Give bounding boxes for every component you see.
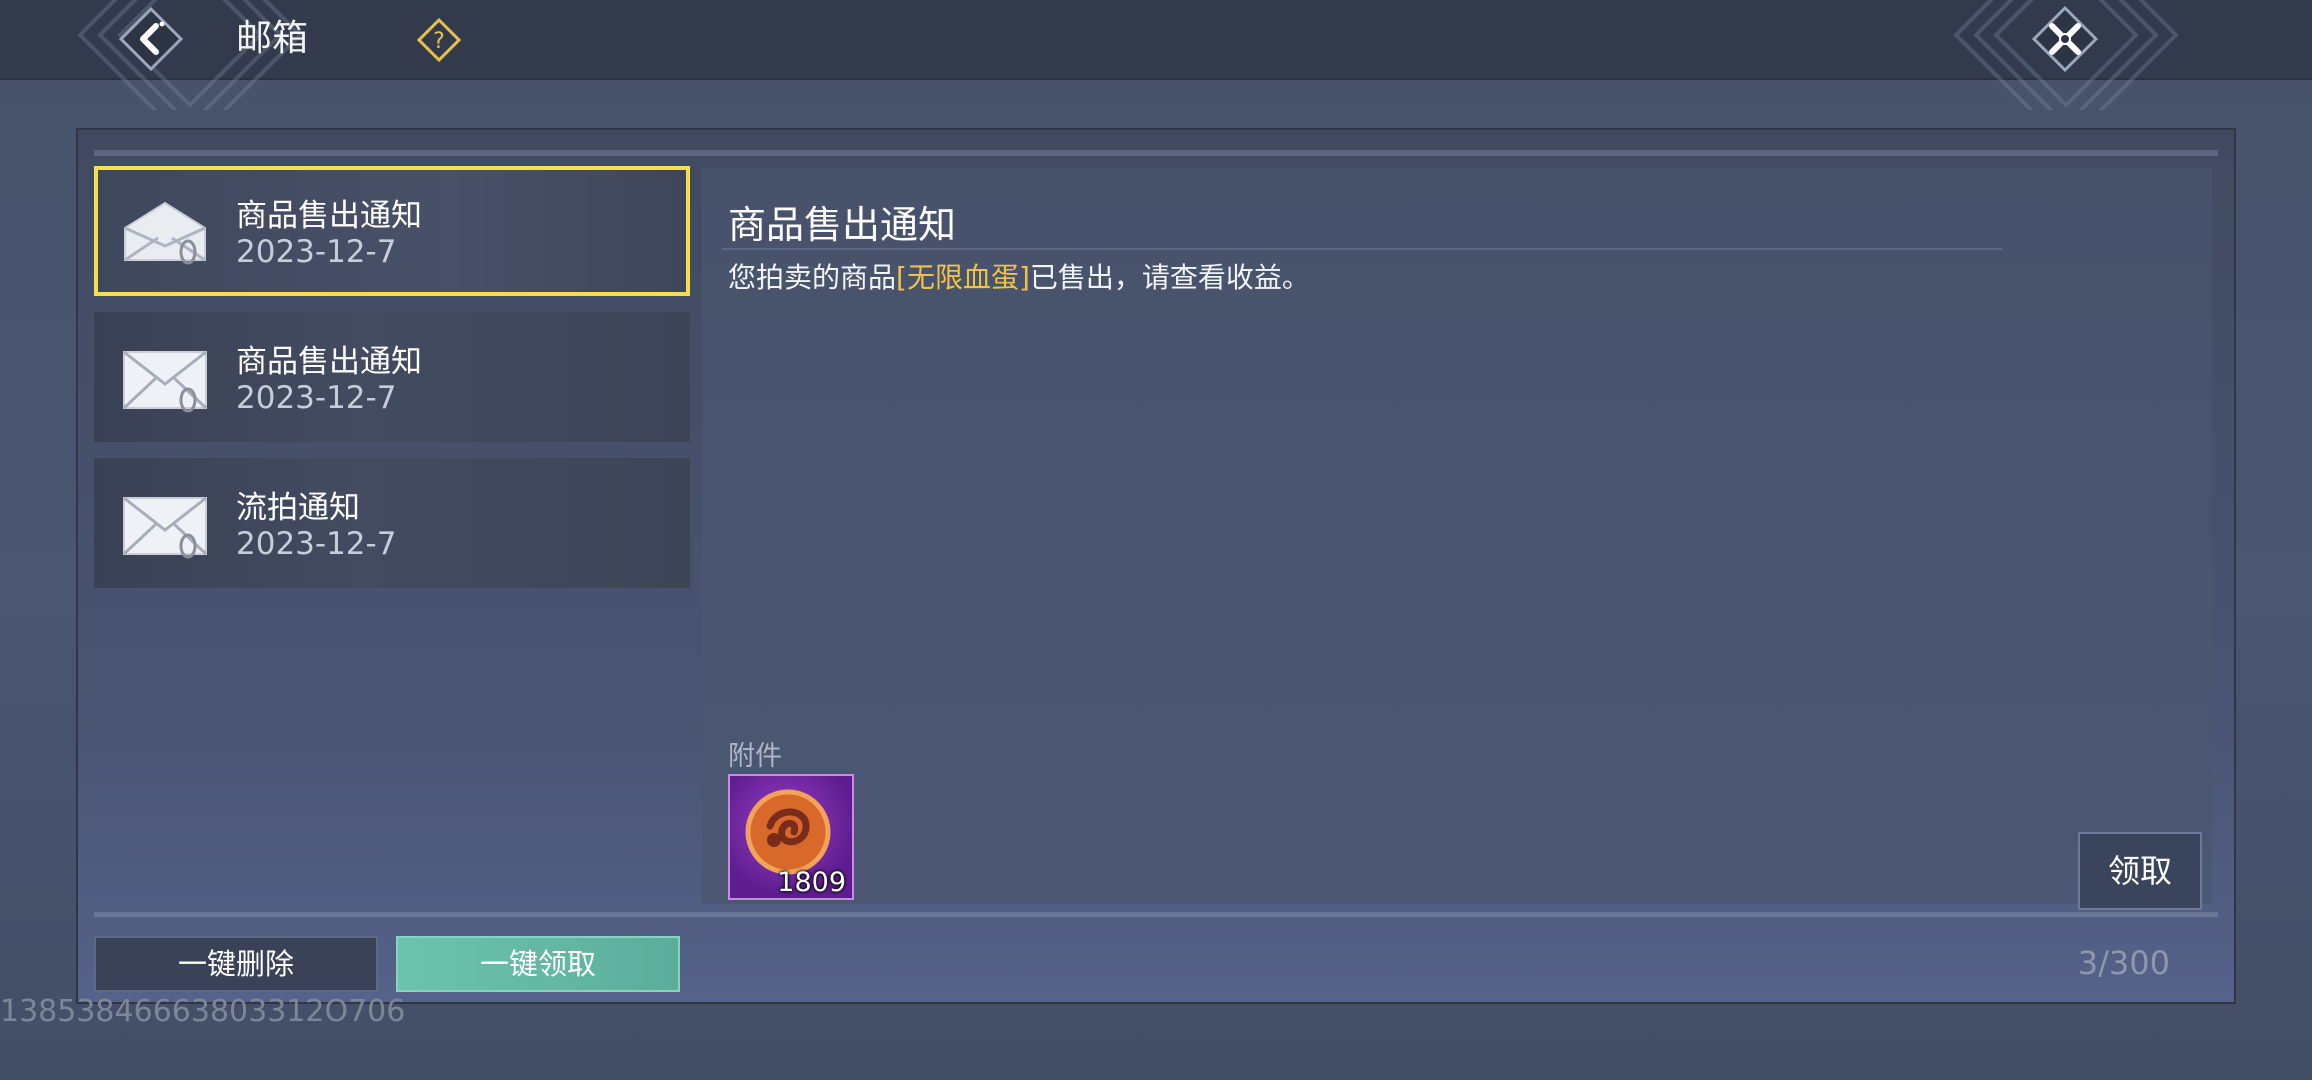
mail-subject: 商品售出通知 xyxy=(236,198,422,234)
mail-subject: 商品售出通知 xyxy=(236,344,422,380)
mail-subject: 流拍通知 xyxy=(236,490,360,526)
mail-date: 2023-12-7 xyxy=(236,380,397,416)
question-icon: ? xyxy=(416,17,462,63)
attachment-slot[interactable]: 1809 xyxy=(728,774,854,900)
claim-button[interactable]: 领取 xyxy=(2078,832,2202,910)
detail-title: 商品售出通知 xyxy=(728,203,957,247)
mail-closed-icon xyxy=(122,350,208,413)
mail-date: 2023-12-7 xyxy=(236,234,397,270)
delete-all-button[interactable]: 一键删除 xyxy=(94,936,378,992)
divider xyxy=(722,248,2002,250)
detail-body: 您拍卖的商品[无限血蛋]已售出，请查看收益。 xyxy=(728,256,1310,296)
chevron-left-icon xyxy=(118,6,184,72)
page-title: 邮箱 xyxy=(236,18,309,59)
attachment-quantity: 1809 xyxy=(777,867,846,898)
mailbox-panel: 商品售出通知 2023-12-7 商品售出通知 2023-12-7 流拍通知 2… xyxy=(76,128,2236,1004)
help-button[interactable]: ? xyxy=(416,17,462,63)
body-prefix: 您拍卖的商品 xyxy=(728,261,897,294)
svg-text:?: ? xyxy=(433,29,445,54)
divider xyxy=(94,912,2218,917)
mail-detail: 商品售出通知 您拍卖的商品[无限血蛋]已售出，请查看收益。 附件 1809 领取 xyxy=(702,168,2212,910)
user-id-watermark: 13853846663803312O706 xyxy=(0,994,406,1029)
mail-date: 2023-12-7 xyxy=(236,526,397,562)
divider xyxy=(94,150,2218,156)
close-x-icon xyxy=(2031,5,2099,73)
mail-closed-icon xyxy=(122,496,208,559)
body-suffix: 已售出，请查看收益。 xyxy=(1029,261,1310,294)
close-button[interactable] xyxy=(2030,4,2100,74)
claim-all-button[interactable]: 一键领取 xyxy=(396,936,680,992)
item-name-highlight: [无限血蛋] xyxy=(896,261,1030,294)
mail-count: 3/300 xyxy=(2077,944,2170,982)
mail-open-icon xyxy=(124,201,206,265)
top-bar: 邮箱 ? xyxy=(0,0,2312,110)
list-item[interactable]: 商品售出通知 2023-12-7 xyxy=(94,312,690,442)
list-item[interactable]: 商品售出通知 2023-12-7 xyxy=(94,166,690,296)
list-item[interactable]: 流拍通知 2023-12-7 xyxy=(94,458,690,588)
back-button[interactable] xyxy=(118,6,184,72)
attachment-label: 附件 xyxy=(728,741,782,772)
